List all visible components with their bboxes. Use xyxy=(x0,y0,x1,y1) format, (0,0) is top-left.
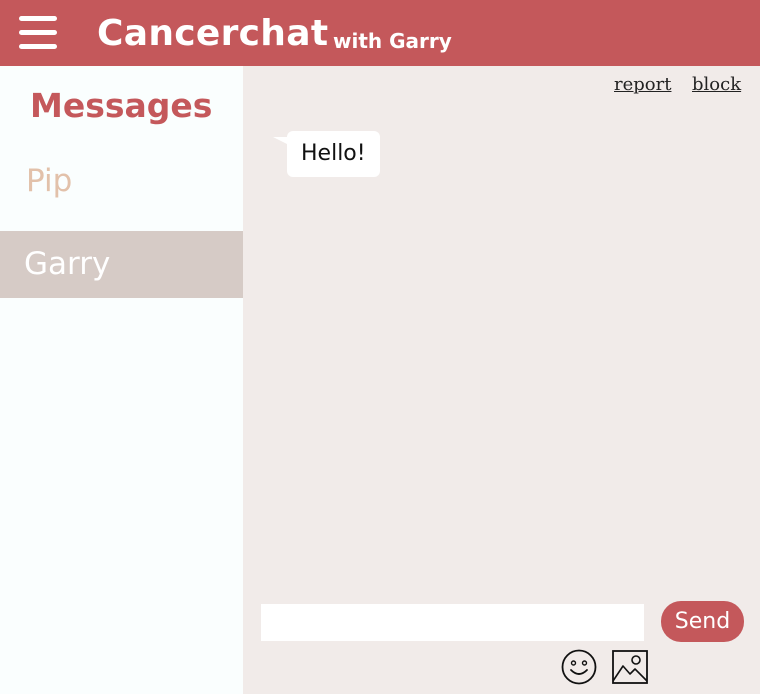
image-svg xyxy=(612,650,648,684)
smiley-face-svg xyxy=(561,649,597,685)
image-icon[interactable] xyxy=(612,650,648,684)
block-link[interactable]: block xyxy=(692,72,741,98)
messages-sidebar: Messages Pip Garry xyxy=(0,66,243,694)
send-button[interactable]: Send xyxy=(661,601,744,642)
chat-panel: report block Hello! Send xyxy=(243,66,760,694)
chat-partner-subtitle: with Garry xyxy=(333,29,452,53)
contact-item-pip[interactable]: Pip xyxy=(0,148,243,214)
menu-bar xyxy=(19,30,57,35)
app-title: Cancerchat xyxy=(97,13,329,54)
contact-item-garry[interactable]: Garry xyxy=(0,231,243,298)
smiley-face-icon[interactable] xyxy=(561,649,597,685)
menu-bar xyxy=(19,16,57,21)
hamburger-menu-icon[interactable] xyxy=(19,16,57,49)
app-header: Cancerchat with Garry xyxy=(0,0,760,66)
menu-bar xyxy=(19,44,57,49)
report-link[interactable]: report xyxy=(614,72,671,98)
sidebar-heading: Messages xyxy=(30,86,213,125)
message-bubble: Hello! xyxy=(287,131,380,177)
message-input[interactable] xyxy=(261,604,644,641)
